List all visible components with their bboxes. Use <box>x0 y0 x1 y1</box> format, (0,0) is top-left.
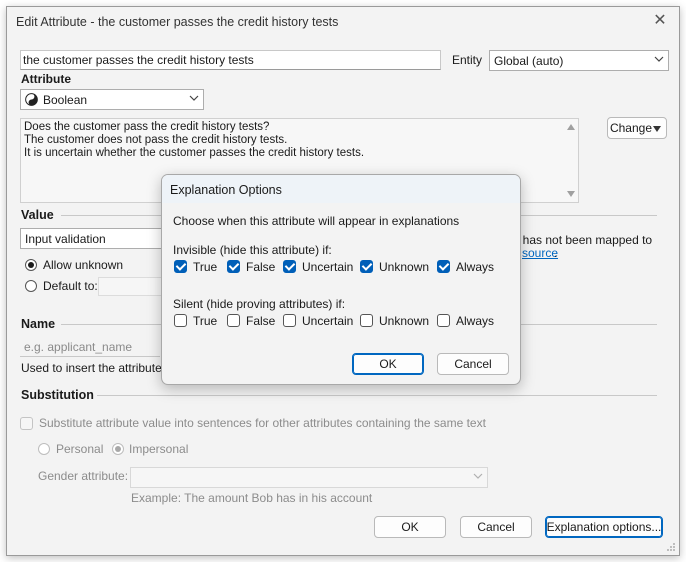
impersonal-radio[interactable] <box>112 443 124 455</box>
window-title: Edit Attribute - the customer passes the… <box>16 15 339 29</box>
entity-value: Global (auto) <box>494 54 564 68</box>
invisible-false-checkbox[interactable] <box>227 260 240 273</box>
substitute-label: Substitute attribute value into sentence… <box>39 416 486 430</box>
ok-button[interactable]: OK <box>374 516 446 538</box>
chevron-down-icon <box>473 473 483 479</box>
personal-label: Personal <box>56 442 104 456</box>
change-button[interactable]: Change <box>607 117 667 139</box>
silent-true-label: True <box>193 314 218 328</box>
name-heading: Name <box>21 317 56 331</box>
explanation-options-dialog: Explanation Options Choose when this att… <box>161 174 521 385</box>
scroll-down-icon[interactable] <box>567 191 575 197</box>
value-heading: Value <box>21 208 54 222</box>
entity-select[interactable]: Global (auto) <box>489 50 669 71</box>
data-source-link[interactable]: source <box>522 246 558 260</box>
change-button-label: Change <box>609 121 653 135</box>
default-to-label: Default to: <box>43 279 98 293</box>
gender-attribute-label: Gender attribute: <box>38 469 129 483</box>
gender-attribute-select[interactable] <box>130 467 488 488</box>
value-note-end: . <box>554 246 558 260</box>
chevron-down-icon <box>653 126 661 132</box>
attribute-type-value: Boolean <box>43 93 88 107</box>
impersonal-label: Impersonal <box>129 442 189 456</box>
invisible-heading: Invisible (hide this attribute) if: <box>173 243 332 257</box>
dialog-title: Explanation Options <box>170 183 282 197</box>
input-validation-value: Input validation <box>25 232 106 246</box>
attribute-text-scrollbar[interactable] <box>564 119 578 202</box>
input-validation-select[interactable]: Input validation <box>20 228 170 249</box>
dialog-ok-button[interactable]: OK <box>352 353 424 375</box>
invisible-uncertain-checkbox[interactable] <box>283 260 296 273</box>
entity-label: Entity <box>452 53 483 67</box>
invisible-unknown-checkbox[interactable] <box>360 260 373 273</box>
silent-uncertain-checkbox[interactable] <box>283 314 296 327</box>
invisible-true-label: True <box>193 260 218 274</box>
invisible-unknown-label: Unknown <box>379 260 430 274</box>
personal-radio[interactable] <box>38 443 50 455</box>
default-to-radio[interactable] <box>25 280 37 292</box>
silent-heading: Silent (hide proving attributes) if: <box>173 297 346 311</box>
silent-always-label: Always <box>456 314 495 328</box>
silent-false-label: False <box>246 314 276 328</box>
silent-always-checkbox[interactable] <box>437 314 450 327</box>
allow-unknown-label: Allow unknown <box>43 258 124 272</box>
value-note-text: t has not been mapped to <box>516 233 653 247</box>
substitute-checkbox[interactable] <box>20 417 33 430</box>
name-input[interactable]: e.g. applicant_name <box>20 337 160 357</box>
attribute-text-line: It is uncertain whether the customer pas… <box>24 147 365 159</box>
invisible-true-checkbox[interactable] <box>174 260 187 273</box>
chevron-down-icon <box>654 56 664 62</box>
silent-false-checkbox[interactable] <box>227 314 240 327</box>
attribute-text-input[interactable]: the customer passes the credit history t… <box>20 50 441 70</box>
silent-uncertain-label: Uncertain <box>302 314 354 328</box>
silent-unknown-label: Unknown <box>379 314 430 328</box>
invisible-always-checkbox[interactable] <box>437 260 450 273</box>
substitution-divider <box>97 395 657 396</box>
invisible-always-label: Always <box>456 260 495 274</box>
silent-true-checkbox[interactable] <box>174 314 187 327</box>
default-value-input[interactable] <box>98 277 168 296</box>
title-bar: Edit Attribute - the customer passes the… <box>7 7 679 37</box>
dialog-prompt: Choose when this attribute will appear i… <box>173 214 460 228</box>
scroll-up-icon[interactable] <box>567 124 575 130</box>
invisible-uncertain-label: Uncertain <box>302 260 354 274</box>
invisible-false-label: False <box>246 260 276 274</box>
attribute-type-select[interactable]: Boolean <box>20 89 204 110</box>
explanation-options-button[interactable]: Explanation options... <box>545 516 663 538</box>
substitution-heading: Substitution <box>21 388 94 402</box>
dialog-cancel-button[interactable]: Cancel <box>437 353 509 375</box>
allow-unknown-radio[interactable] <box>25 259 37 271</box>
attribute-heading: Attribute <box>21 72 71 86</box>
dialog-title-bar: Explanation Options <box>162 175 520 203</box>
chevron-down-icon <box>189 95 199 101</box>
yin-yang-icon <box>25 93 38 106</box>
silent-unknown-checkbox[interactable] <box>360 314 373 327</box>
cancel-button[interactable]: Cancel <box>460 516 532 538</box>
resize-grip-icon[interactable] <box>666 542 676 552</box>
close-icon[interactable]: ✕ <box>651 12 669 30</box>
attribute-text-line: The customer does not pass the credit hi… <box>24 134 288 146</box>
attribute-text-line: Does the customer pass the credit histor… <box>24 121 270 133</box>
substitution-example: Example: The amount Bob has in his accou… <box>131 491 373 505</box>
